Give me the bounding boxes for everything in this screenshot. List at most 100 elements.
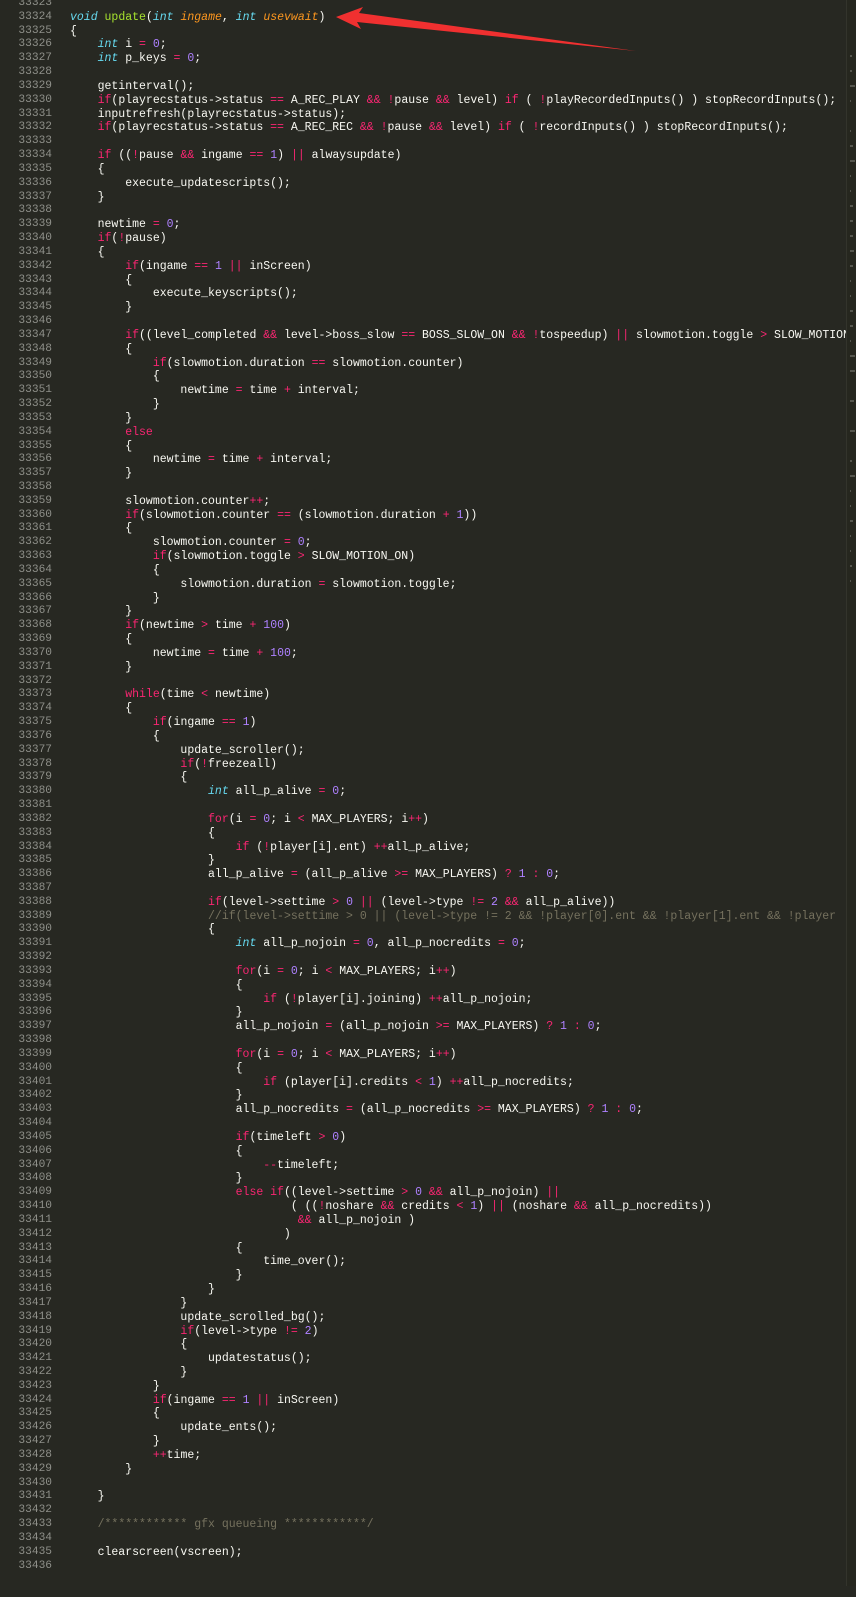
code-line: newtime = time + 100; (70, 646, 298, 660)
code-line: } (70, 1365, 188, 1379)
line-number: 33425 (18, 1407, 52, 1420)
code-line: { (70, 1144, 243, 1158)
code-line: } (70, 398, 160, 412)
code-line: { (70, 162, 105, 176)
line-number: 33436 (18, 1559, 52, 1572)
code-line: if(!pause) (97, 232, 167, 246)
line-number: 33330 (18, 93, 52, 106)
line-number: 33364 (18, 563, 52, 576)
line-number: 33422 (18, 1365, 52, 1378)
line-number: 33413 (18, 1241, 52, 1254)
code-line: if(level->type != 2) (180, 1324, 319, 1338)
line-number: 33375 (18, 716, 52, 729)
line-number: 33348 (18, 342, 52, 355)
minimap-line (850, 205, 854, 207)
line-number: 33407 (18, 1158, 52, 1171)
line-number: 33365 (18, 577, 52, 590)
line-number: 33385 (18, 854, 52, 867)
code-line: { (70, 342, 133, 356)
line-number: 33401 (18, 1075, 52, 1088)
line-number: 33358 (18, 480, 52, 493)
line-number-gutter: 33323 33324 33325 33326 33327 33328 33329 33330… (0, 0, 52, 1573)
line-number: 33405 (18, 1130, 52, 1143)
code-line: int all_p_alive = 0; (208, 785, 347, 799)
code-line: slowmotion.counter = 0; (70, 536, 312, 550)
line-number: 33338 (18, 204, 52, 217)
code-line: if(ingame == 1 || inScreen) (152, 1393, 340, 1407)
minimap-line (850, 145, 853, 147)
line-number: 33332 (18, 121, 52, 134)
line-number: 33415 (18, 1269, 52, 1282)
code-line: updatestatus(); (70, 1352, 312, 1366)
code-line: if(slowmotion.toggle > SLOW_MOTION_ON) (152, 550, 416, 564)
code-line: { (70, 245, 105, 259)
line-number: 33426 (18, 1421, 52, 1434)
line-number: 33421 (18, 1352, 52, 1365)
minimap-line (850, 85, 855, 87)
line-number: 33380 (18, 785, 52, 798)
code-line: if(ingame == 1 || inScreen) (125, 259, 312, 273)
line-number: 33336 (18, 176, 52, 189)
code-line: if(ingame == 1) (152, 716, 257, 730)
code-line: int i = 0; (97, 38, 167, 52)
code-line: time_over(); (70, 1255, 347, 1269)
line-number: 33399 (18, 1047, 52, 1060)
line-number: 33331 (18, 107, 52, 120)
minimap-line (850, 325, 853, 327)
code-line: all_p_nojoin = (all_p_nojoin >= MAX_PLAY… (70, 1020, 602, 1034)
line-number: 33379 (18, 771, 52, 784)
code-line: slowmotion.counter++; (70, 494, 271, 508)
line-number: 33381 (18, 799, 52, 812)
line-number: 33371 (18, 660, 52, 673)
line-number: 33343 (18, 273, 52, 286)
code-line: if (!player[i].ent) ++all_p_alive; (235, 840, 471, 854)
line-number: 33384 (18, 840, 52, 853)
line-number: 33363 (18, 550, 52, 563)
code-line: for(i = 0; i < MAX_PLAYERS; i++) (235, 964, 457, 978)
line-number: 33362 (18, 536, 52, 549)
code-line: { (70, 923, 215, 937)
line-number: 33417 (18, 1296, 52, 1309)
line-number: 33367 (18, 605, 52, 618)
line-number: 33359 (18, 494, 52, 507)
line-number: 33378 (18, 757, 52, 770)
line-number: 33402 (18, 1089, 52, 1102)
code-line: if(slowmotion.counter == (slowmotion.dur… (125, 508, 478, 522)
code-line: newtime = time + interval; (70, 453, 333, 467)
line-number: 33418 (18, 1310, 52, 1323)
code-line: while(time < newtime) (125, 688, 271, 702)
code-line: /************ gfx queueing ************/ (97, 1518, 374, 1532)
code-line: { (70, 24, 77, 38)
line-number: 33395 (18, 992, 52, 1005)
line-number: 33357 (18, 467, 52, 480)
code-line: { (70, 273, 133, 287)
code-line: } (70, 605, 133, 619)
minimap-line (850, 130, 852, 132)
minimap[interactable] (846, 0, 856, 1586)
minimap-line (850, 55, 852, 57)
code-line: { (70, 729, 160, 743)
code-line: if((level_completed && level->boss_slow … (125, 328, 846, 342)
line-number: 33383 (18, 826, 52, 839)
code-line: } (70, 301, 133, 315)
code-area[interactable]: void update(int ingame, int usevwait){ i… (70, 0, 846, 1597)
line-number: 33412 (18, 1227, 52, 1240)
code-line: if(newtime > time + 100) (125, 619, 291, 633)
code-line: } (70, 1172, 243, 1186)
line-number: 33386 (18, 868, 52, 881)
code-line: newtime = time + interval; (70, 384, 360, 398)
line-number: 33361 (18, 522, 52, 535)
line-number: 33394 (18, 978, 52, 991)
code-editor[interactable]: 33323 33324 33325 33326 33327 33328 33329 33330… (0, 0, 856, 1586)
line-number: 33329 (18, 79, 52, 92)
line-number: 33342 (18, 259, 52, 272)
line-number: 33398 (18, 1034, 52, 1047)
code-line: update_scrolled_bg(); (70, 1310, 326, 1324)
minimap-line (850, 280, 852, 282)
